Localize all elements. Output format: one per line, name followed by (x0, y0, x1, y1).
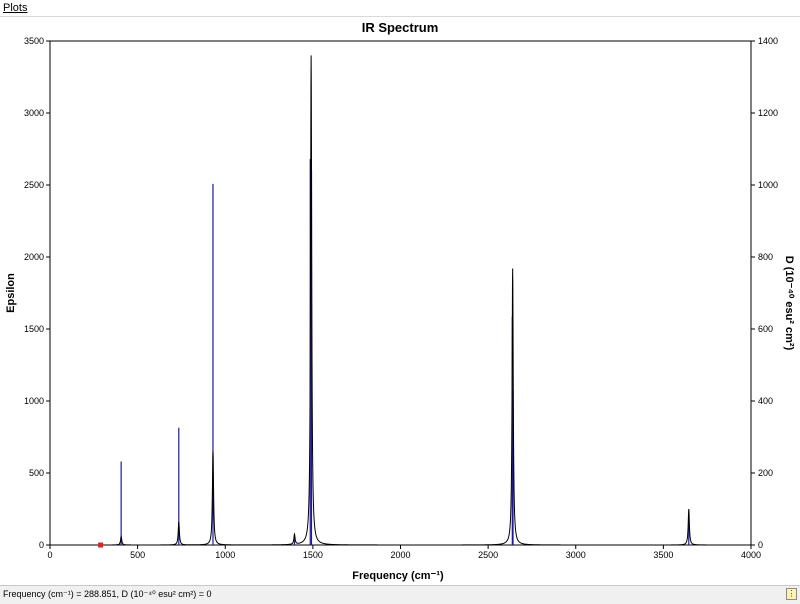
left-y-tick-label: 0 (39, 540, 44, 550)
left-y-tick-label: 3000 (24, 108, 44, 118)
x-tick-label: 4000 (741, 550, 761, 560)
status-readout: Frequency (cm⁻¹) = 288.851, D (10⁻⁴⁰ esu… (3, 589, 212, 599)
right-y-tick-label: 1200 (758, 108, 778, 118)
status-bar: Frequency (cm⁻¹) = 288.851, D (10⁻⁴⁰ esu… (0, 585, 800, 604)
x-axis-label: Frequency (cm⁻¹) (352, 570, 444, 582)
x-tick-label: 1000 (215, 550, 235, 560)
x-tick-label: 0 (47, 550, 52, 560)
spectrum-line (50, 55, 751, 546)
right-axis-label: D (10⁻⁴⁰ esu² cm²) (783, 256, 795, 351)
left-y-tick-label: 2000 (24, 252, 44, 262)
menu-plots[interactable]: Plots (0, 0, 30, 16)
cursor-marker[interactable] (98, 542, 104, 548)
right-y-tick-label: 800 (758, 252, 773, 262)
left-y-tick-label: 500 (29, 468, 44, 478)
x-tick-label: 3000 (566, 550, 586, 560)
chart-title: IR Spectrum (362, 20, 439, 35)
x-tick-label: 2500 (478, 550, 498, 560)
plot-area[interactable]: IR Spectrum 0 500 1000 1500 2000 2500 3000 3500… (0, 17, 800, 585)
menu-bar: Plots (0, 0, 800, 17)
left-axis-label: Epsilon (5, 273, 17, 313)
right-y-tick-label: 0 (758, 540, 763, 550)
right-y-tick-label: 400 (758, 396, 773, 406)
left-y-tick-label: 1000 (24, 396, 44, 406)
left-y-tick-label: 2500 (24, 180, 44, 190)
x-tick-label: 2000 (390, 550, 410, 560)
resize-grip-icon[interactable]: ⋮ (786, 588, 797, 600)
x-tick-label: 500 (130, 550, 145, 560)
x-tick-label: 1500 (303, 550, 323, 560)
right-y-tick-label: 200 (758, 468, 773, 478)
left-y-tick-label: 1500 (24, 324, 44, 334)
right-y-tick-label: 1000 (758, 180, 778, 190)
right-y-tick-label: 600 (758, 324, 773, 334)
plot-frame (49, 40, 752, 546)
x-tick-label: 3500 (653, 550, 673, 560)
menu-plots-label: Plots (3, 2, 28, 14)
right-y-tick-label: 1400 (758, 36, 778, 46)
ir-spectrum-chart[interactable]: IR Spectrum 0 500 1000 1500 2000 2500 3000 3500… (0, 17, 800, 585)
left-y-tick-label: 3500 (24, 36, 44, 46)
